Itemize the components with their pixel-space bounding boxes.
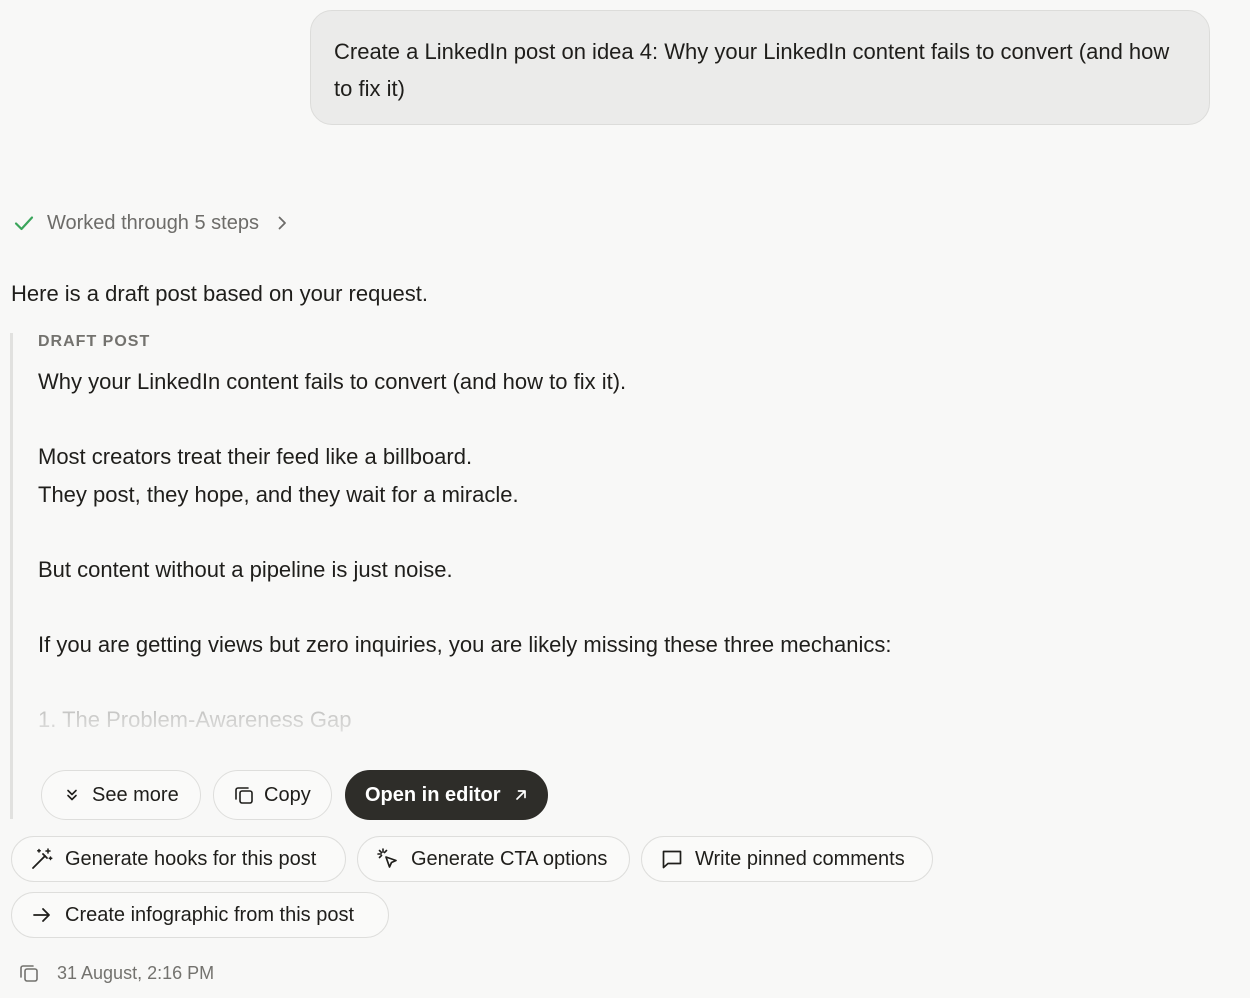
chat-page: Create a LinkedIn post on idea 4: Why yo…: [0, 0, 1250, 998]
draft-line: [38, 663, 1008, 701]
draft-line: [38, 513, 1008, 551]
write-pinned-comments-label: Write pinned comments: [695, 847, 905, 870]
generate-hooks-label: Generate hooks for this post: [65, 847, 317, 870]
user-message-bubble: Create a LinkedIn post on idea 4: Why yo…: [310, 10, 1210, 125]
arrow-up-right-icon: [515, 790, 526, 800]
arrow-right-icon: [33, 908, 50, 922]
message-timestamp: 31 August, 2:16 PM: [57, 962, 215, 983]
draft-post-body: Why your LinkedIn content fails to conve…: [38, 363, 1008, 751]
generate-cta-chip[interactable]: Generate CTA options: [357, 836, 630, 882]
message-square-icon: [662, 850, 682, 869]
copy-button[interactable]: Copy: [213, 770, 332, 820]
draft-post-label: DRAFT POST: [38, 333, 151, 350]
generate-cta-label: Generate CTA options: [411, 847, 608, 870]
draft-line: [38, 588, 1008, 626]
draft-line: If you are getting views but zero inquir…: [38, 631, 892, 657]
generate-hooks-chip[interactable]: Generate hooks for this post: [11, 836, 346, 882]
open-in-editor-button[interactable]: Open in editor: [345, 770, 548, 820]
user-message-text: Create a LinkedIn post on idea 4: Why yo…: [334, 39, 1170, 101]
message-footer: 31 August, 2:16 PM: [18, 960, 214, 986]
see-more-label: See more: [92, 783, 179, 806]
assistant-intro: Here is a draft post based on your reque…: [11, 281, 429, 306]
create-infographic-chip[interactable]: Create infographic from this post: [11, 892, 389, 938]
draft-line: Most creators treat their feed like a bi…: [38, 444, 473, 469]
copy-label: Copy: [264, 783, 311, 806]
draft-line: [38, 401, 1008, 439]
steps-label: Worked through 5 steps: [47, 211, 259, 234]
draft-line: 1. The Problem-Awareness Gap: [38, 706, 352, 732]
cursor-click-icon: [377, 848, 397, 868]
draft-line: Why your LinkedIn content fails to conve…: [38, 369, 627, 394]
chevron-right-icon: [278, 216, 286, 230]
copy-icon: [235, 787, 253, 804]
steps-toggle[interactable]: Worked through 5 steps: [12, 208, 289, 238]
open-in-editor-label: Open in editor: [365, 783, 501, 806]
check-icon: [14, 216, 34, 231]
chevrons-down-icon: [67, 789, 77, 801]
copy-icon[interactable]: [18, 962, 40, 984]
see-more-button[interactable]: See more: [41, 770, 201, 820]
magic-wand-icon: [32, 848, 53, 869]
draft-line: They post, they hope, and they wait for …: [38, 481, 519, 507]
draft-post-block: DRAFT POST Why your LinkedIn content fai…: [10, 333, 1013, 820]
draft-line: But content without a pipeline is just n…: [38, 556, 453, 582]
create-infographic-label: Create infographic from this post: [65, 903, 355, 926]
write-pinned-comments-chip[interactable]: Write pinned comments: [641, 836, 933, 882]
